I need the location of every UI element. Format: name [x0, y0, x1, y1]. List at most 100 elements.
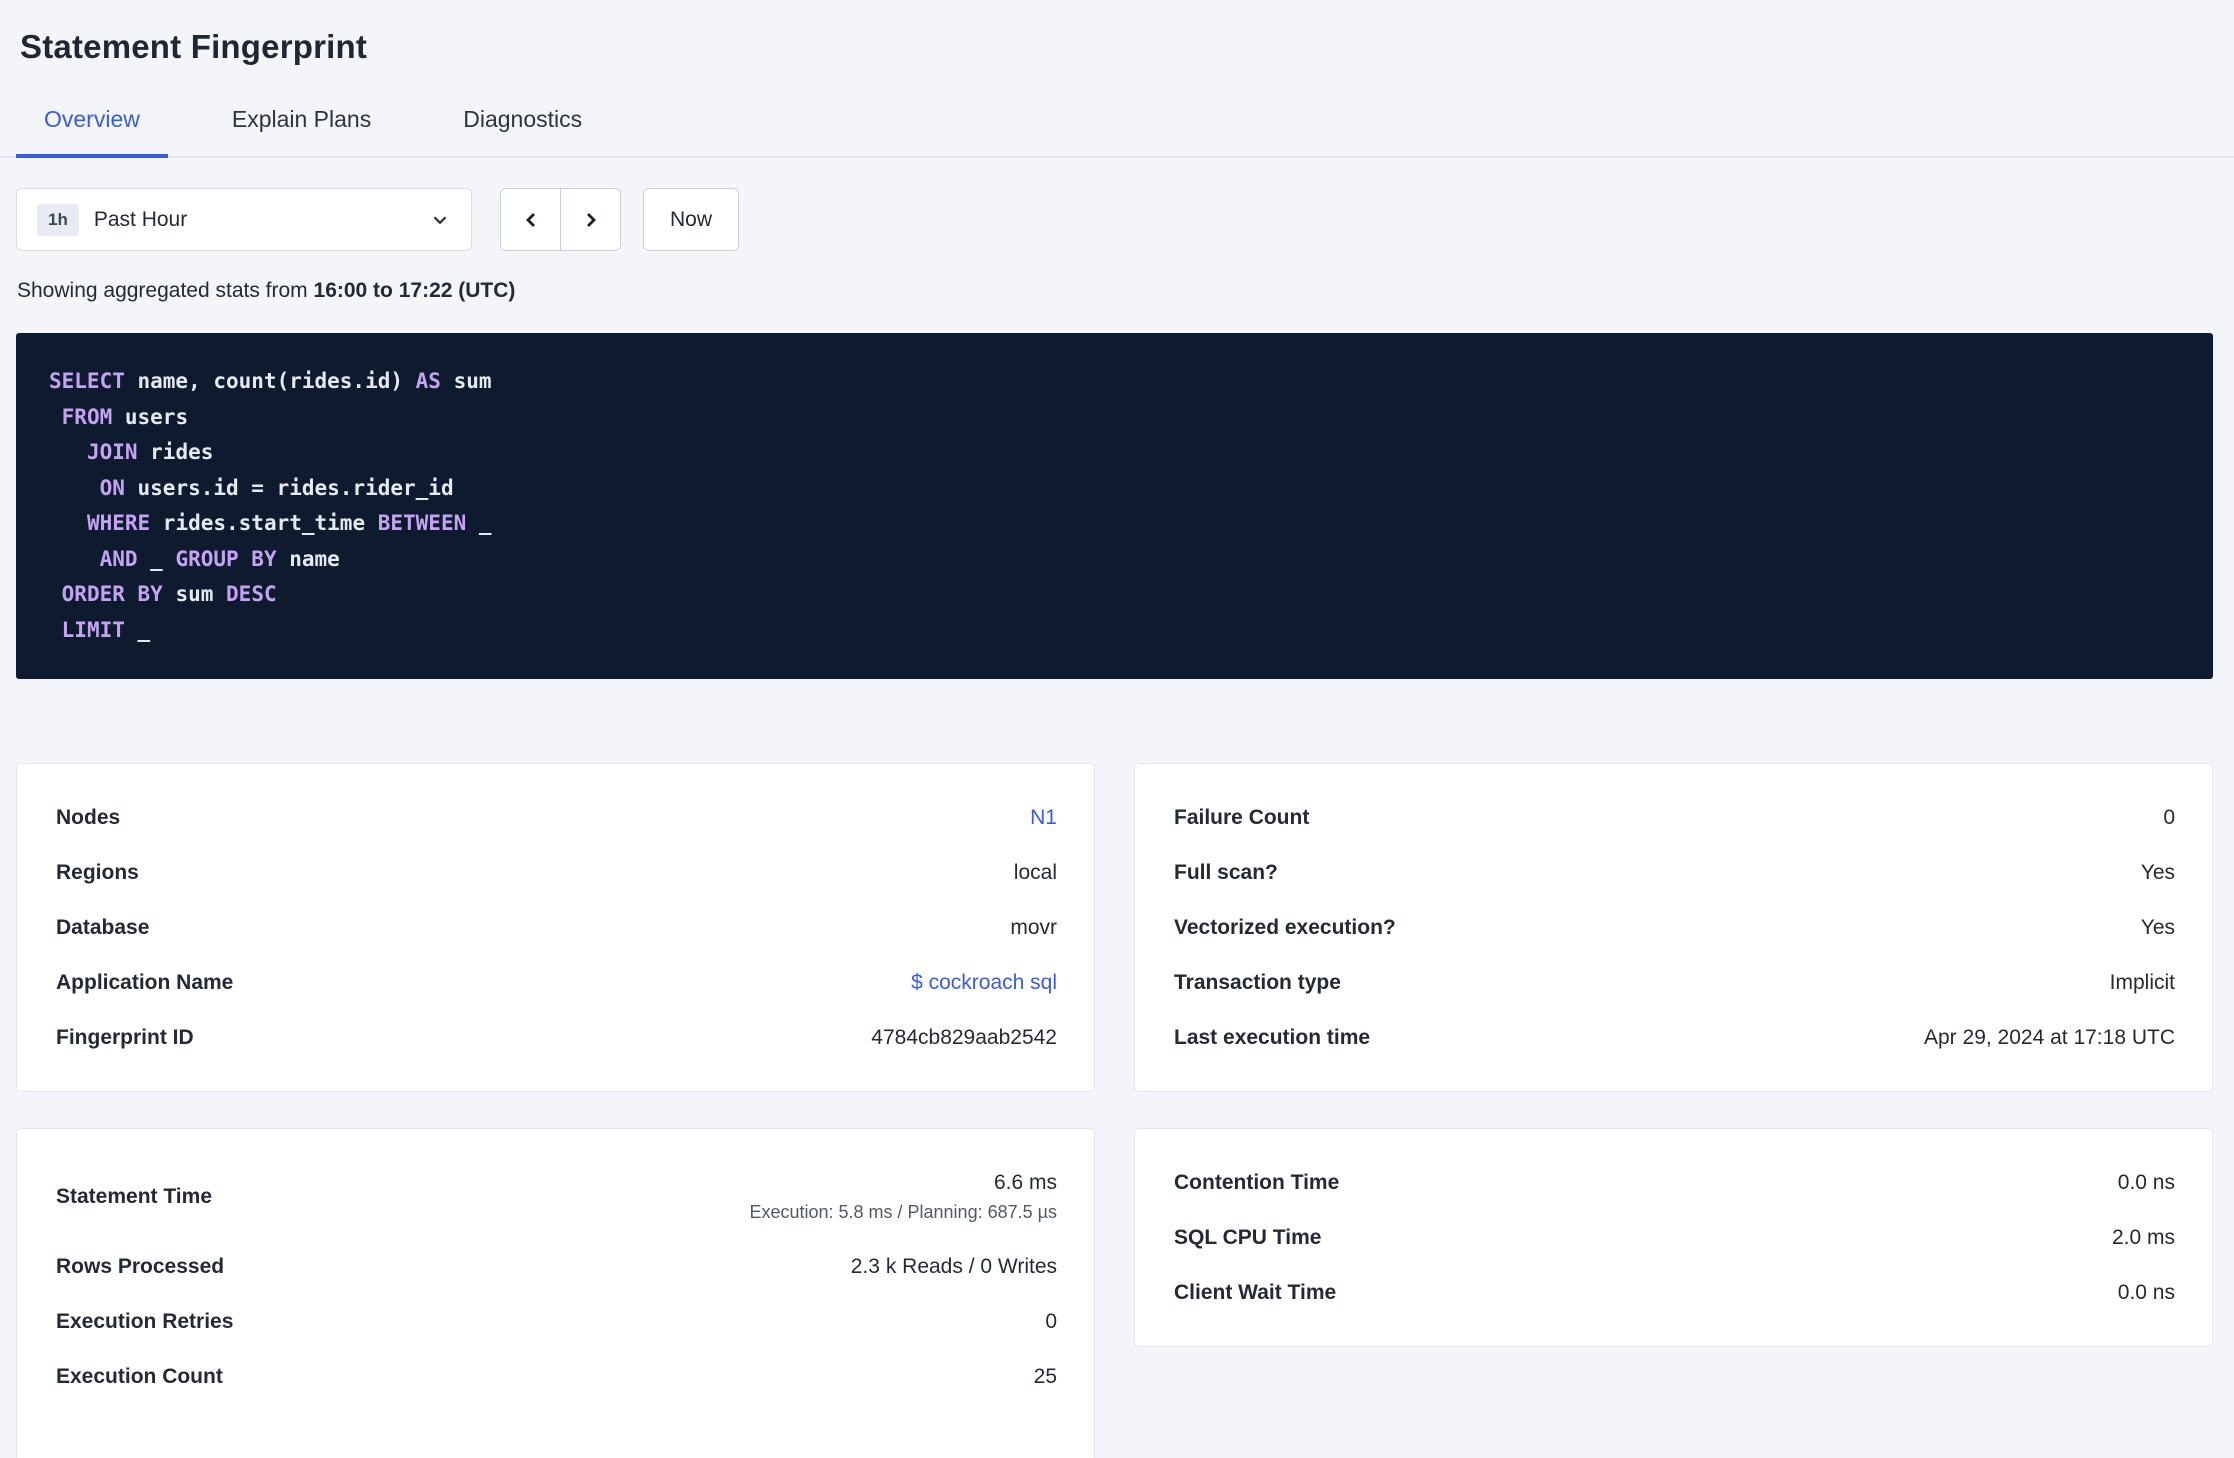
row-application-name: Application Name $ cockroach sql — [56, 955, 1057, 1010]
value-wrap-database: movr — [1010, 916, 1057, 940]
top-card-row: Nodes N1 Regions local Database movr Applicati… — [16, 763, 2213, 1092]
sql-keyword: DESC — [226, 582, 277, 606]
sql-keyword: GROUP BY — [175, 546, 277, 571]
sql-keyword: ORDER BY — [61, 582, 163, 606]
label-vectorized-execution: Vectorized execution? — [1174, 915, 1396, 939]
sql-keyword: JOIN — [86, 440, 138, 464]
sql-line: ORDER BY sum DESC — [49, 577, 2180, 613]
row-full-scan: Full scan? Yes — [1174, 845, 2175, 900]
sql-line: ON users.id = rides.rider_id — [49, 471, 2180, 507]
row-transaction-type: Transaction type Implicit — [1174, 955, 2175, 1010]
value-wrap-nodes: N1 — [1030, 806, 1057, 830]
value-wrap-execution-count: 25 — [1034, 1365, 1057, 1389]
row-vectorized-execution: Vectorized execution? Yes — [1174, 900, 2175, 955]
execution-attributes-card: Failure Count 0 Full scan? Yes Vectorized ex… — [1134, 763, 2213, 1092]
value-wrap-vectorized-execution: Yes — [2141, 916, 2175, 940]
sql-text: sum — [440, 369, 492, 393]
row-rows-processed: Rows Processed 2.3 k Reads / 0 Writes — [56, 1239, 1057, 1294]
sql-keyword: ON — [99, 475, 125, 500]
sql-statement-box: SELECT name, count(rides.id) AS sum FROM… — [16, 333, 2213, 679]
tab-explain-plans[interactable]: Explain Plans — [204, 100, 399, 158]
label-failure-count: Failure Count — [1174, 805, 1310, 829]
row-regions: Regions local — [56, 845, 1057, 900]
label-application-name: Application Name — [56, 970, 234, 994]
value-wrap-execution-retries: 0 — [1045, 1310, 1057, 1334]
sql-keyword: AND — [99, 546, 138, 571]
tab-bar: Overview Explain Plans Diagnostics — [16, 100, 2213, 158]
label-regions: Regions — [56, 860, 139, 884]
value-vectorized-execution: Yes — [2140, 915, 2175, 939]
chevron-left-icon — [519, 208, 543, 232]
chevron-down-icon — [429, 209, 451, 231]
row-client-wait-time: Client Wait Time 0.0 ns — [1174, 1265, 2175, 1320]
sql-text: _ — [124, 617, 151, 642]
value-wrap-contention-time: 0.0 ns — [2118, 1171, 2175, 1195]
label-full-scan: Full scan? — [1174, 860, 1278, 884]
time-range-badge: 1h — [37, 203, 79, 236]
statement-timing-card: Statement Time 6.6 ms Execution: 5.8 ms / … — [16, 1128, 1095, 1458]
sql-line: LIMIT _ — [49, 613, 2180, 649]
time-range-label: Past Hour — [93, 207, 188, 231]
value-rows-processed: 2.3 k Reads / 0 Writes — [850, 1254, 1057, 1278]
value-wrap-regions: local — [1014, 861, 1057, 885]
aggregated-stats-prefix: Showing aggregated stats from — [17, 279, 314, 302]
value-last-execution-time: Apr 29, 2024 at 17:18 UTC — [1924, 1025, 2175, 1049]
statement-info-card: Nodes N1 Regions local Database movr Applicati… — [16, 763, 1095, 1092]
row-last-execution-time: Last execution time Apr 29, 2024 at 17:18… — [1174, 1010, 2175, 1065]
next-interval-button[interactable] — [560, 188, 621, 251]
value-wrap-sql-cpu-time: 2.0 ms — [2112, 1226, 2175, 1250]
row-nodes: Nodes N1 — [56, 790, 1057, 845]
value-fingerprint-id: 4784cb829aab2542 — [871, 1025, 1057, 1049]
sql-keyword: WHERE — [86, 511, 151, 535]
sql-text: rides.start_time — [150, 511, 378, 535]
value-nodes-link[interactable]: N1 — [1030, 806, 1057, 830]
sql-line: JOIN rides — [49, 435, 2180, 471]
value-execution-retries: 0 — [1045, 1309, 1057, 1333]
sql-text: name — [276, 546, 340, 571]
tab-overview[interactable]: Overview — [16, 100, 168, 158]
sql-text: users — [112, 404, 189, 429]
value-wrap-full-scan: Yes — [2141, 861, 2175, 885]
value-wrap-statement-time: 6.6 ms Execution: 5.8 ms / Planning: 687.… — [749, 1171, 1057, 1223]
sql-text: _ — [137, 546, 176, 571]
row-contention-time: Contention Time 0.0 ns — [1174, 1155, 2175, 1210]
aggregated-stats-range: 16:00 to 17:22 (UTC) — [313, 279, 516, 302]
tab-bar-wrap: Overview Explain Plans Diagnostics — [0, 100, 2234, 158]
value-wrap-failure-count: 0 — [2163, 806, 2175, 830]
label-statement-time: Statement Time — [56, 1185, 212, 1208]
value-failure-count: 0 — [2163, 805, 2175, 829]
label-execution-retries: Execution Retries — [56, 1309, 234, 1333]
now-button[interactable]: Now — [643, 188, 740, 251]
label-rows-processed: Rows Processed — [56, 1254, 225, 1278]
subvalue-statement-time: Execution: 5.8 ms / Planning: 687.5 µs — [749, 1202, 1057, 1222]
row-fingerprint-id: Fingerprint ID 4784cb829aab2542 — [56, 1010, 1057, 1065]
sql-text: _ — [466, 511, 492, 535]
value-wrap-fingerprint-id: 4784cb829aab2542 — [871, 1026, 1057, 1050]
label-client-wait-time: Client Wait Time — [1174, 1280, 1337, 1304]
label-fingerprint-id: Fingerprint ID — [56, 1025, 194, 1049]
value-wrap-application-name: $ cockroach sql — [911, 971, 1057, 995]
time-range-dropdown[interactable]: 1h Past Hour — [16, 188, 472, 251]
prev-interval-button[interactable] — [500, 188, 561, 251]
value-wrap-rows-processed: 2.3 k Reads / 0 Writes — [851, 1255, 1057, 1279]
row-execution-count: Execution Count 25 — [56, 1349, 1057, 1404]
value-execution-count: 25 — [1033, 1364, 1057, 1388]
label-execution-count: Execution Count — [56, 1364, 223, 1388]
statement-fingerprint-page: Statement Fingerprint Overview Explain Pl… — [0, 0, 2234, 1458]
value-application-name-link[interactable]: $ cockroach sql — [911, 971, 1057, 995]
label-transaction-type: Transaction type — [1174, 970, 1341, 994]
sql-line: FROM users — [49, 400, 2180, 436]
sql-text: name, count(rides.id) — [124, 369, 416, 393]
sql-text: sum — [162, 582, 227, 606]
label-contention-time: Contention Time — [1174, 1170, 1340, 1194]
tab-diagnostics[interactable]: Diagnostics — [435, 100, 610, 158]
resource-usage-card: Contention Time 0.0 ns SQL CPU Time 2.0 ms C… — [1134, 1128, 2213, 1347]
value-wrap-client-wait-time: 0.0 ns — [2118, 1281, 2175, 1305]
value-sql-cpu-time: 2.0 ms — [2111, 1225, 2175, 1249]
value-client-wait-time: 0.0 ns — [2117, 1280, 2175, 1304]
bottom-card-row: Statement Time 6.6 ms Execution: 5.8 ms / … — [16, 1128, 2213, 1458]
